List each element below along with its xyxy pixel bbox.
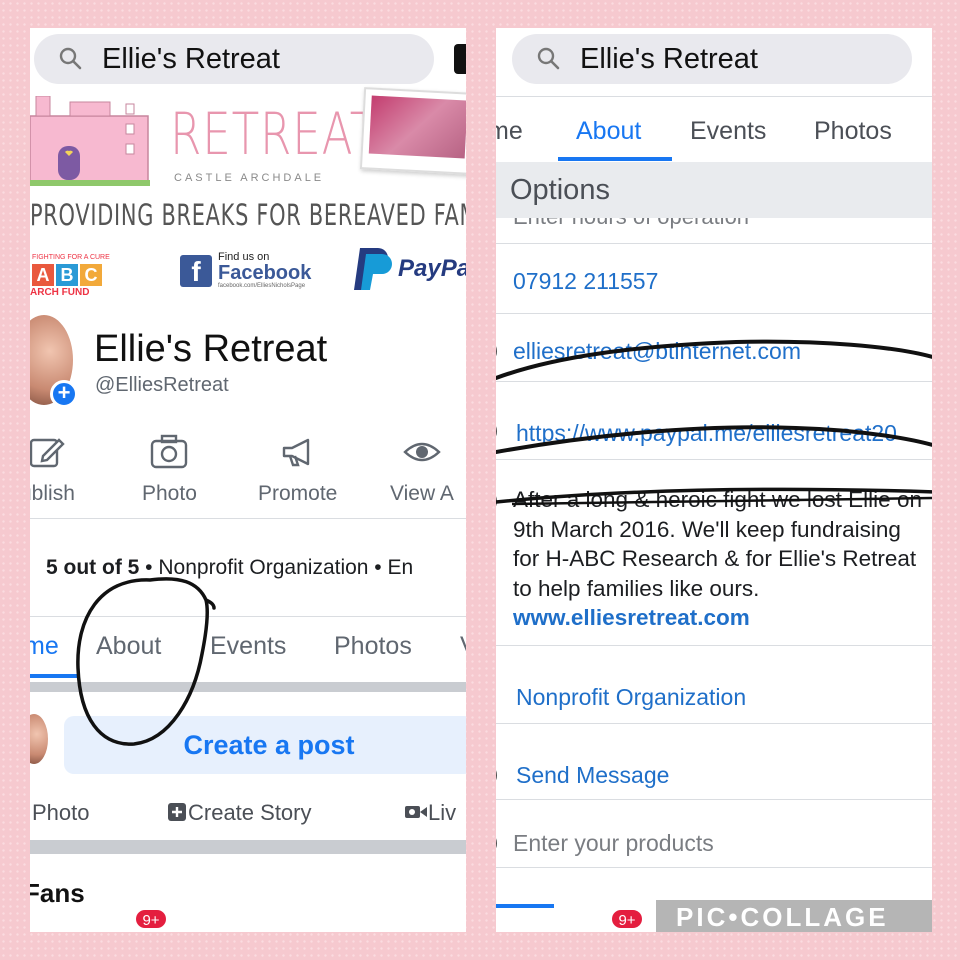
- publish-action[interactable]: ublish: [30, 432, 75, 506]
- create-post-button[interactable]: Create a post: [64, 716, 466, 774]
- paypal-icon: [354, 248, 392, 290]
- tab-more[interactable]: V: [460, 632, 466, 661]
- post-options: Photo Create Story Liv: [30, 798, 466, 830]
- divider: [30, 518, 466, 519]
- search-text: Ellie's Retreat: [102, 42, 280, 75]
- tab-photos[interactable]: Photos: [334, 632, 412, 661]
- castle-illustration: [30, 96, 150, 186]
- story-icon: [168, 803, 186, 821]
- abc-fund-logo: FIGHTING FOR A CURE A B C ARCH FUND: [30, 254, 110, 298]
- search-icon: [58, 46, 84, 72]
- picollage-watermark: PIC•COLLAGE: [676, 902, 889, 932]
- bottom-nav: 9+: [30, 908, 466, 932]
- tab-about[interactable]: About: [96, 632, 161, 661]
- logo-retreat: RETREAT: [170, 100, 379, 168]
- eye-icon: [390, 432, 454, 472]
- paypal-logo: PayPal: [352, 246, 466, 292]
- edit-icon: [30, 432, 75, 472]
- active-tab-indicator: [30, 674, 78, 678]
- fans-heading: Fans: [30, 878, 85, 908]
- tab-home[interactable]: me: [30, 632, 59, 661]
- right-screenshot: Ellie's Retreat me About Events Photos O…: [496, 28, 932, 932]
- cover-tagline: PROVIDING BREAKS FOR BEREAVED FAMILIES: [30, 198, 466, 232]
- divider: [30, 616, 466, 617]
- promote-action[interactable]: Promote: [258, 432, 337, 506]
- view-as-action[interactable]: View A: [390, 432, 454, 506]
- search-bar[interactable]: Ellie's Retreat: [34, 34, 434, 84]
- photo-option[interactable]: Photo: [32, 800, 90, 826]
- composer-avatar: [30, 714, 48, 764]
- video-icon: [405, 806, 427, 818]
- polaroid-photo: [359, 87, 466, 175]
- page-rating-line: 5 out of 5 • Nonprofit Organization • En: [46, 556, 414, 579]
- scribble-redaction-marks: [496, 339, 932, 506]
- live-option[interactable]: Liv: [404, 800, 456, 826]
- section-separator: [30, 840, 466, 854]
- photo-action[interactable]: Photo: [142, 432, 197, 506]
- page-tabs: me About Events Photos V: [30, 618, 466, 678]
- page-actions: ublish Photo Promote View A: [30, 432, 466, 518]
- page-name: Ellie's Retreat: [94, 328, 328, 370]
- create-story-option[interactable]: Create Story: [166, 800, 312, 826]
- camera-icon: [142, 432, 197, 472]
- notification-badge: 9+: [134, 908, 168, 930]
- cover-photo[interactable]: RETREAT CASTLE ARCHDALE PROVIDING BREAKS…: [30, 87, 466, 298]
- page-handle: @ElliesRetreat: [95, 374, 229, 396]
- add-photo-button[interactable]: +: [50, 380, 78, 408]
- settings-icon[interactable]: [454, 44, 466, 74]
- facebook-icon: f: [180, 254, 212, 287]
- facebook-badge: f Find us on Facebook facebook.com/Ellie…: [180, 252, 311, 289]
- section-separator: [30, 682, 466, 692]
- logo-subtitle: CASTLE ARCHDALE: [174, 172, 325, 184]
- tab-events[interactable]: Events: [210, 632, 286, 661]
- left-screenshot: Ellie's Retreat RETREAT CASTLE ARCHDALE …: [30, 28, 466, 932]
- megaphone-icon: [258, 432, 337, 472]
